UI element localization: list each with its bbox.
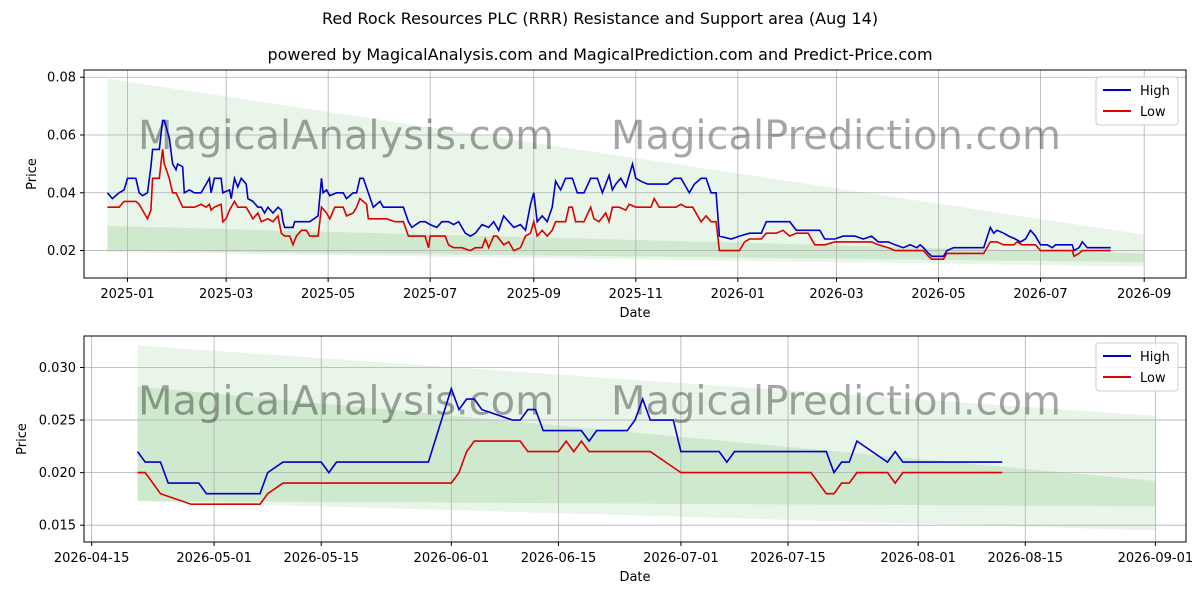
legend-label-low: Low [1140,371,1166,386]
y-tick-label: 0.015 [39,519,76,534]
x-tick-label: 2026-04-15 [54,551,130,566]
x-tick-label: 2025-09 [507,287,561,302]
y-tick-label: 0.030 [39,361,76,376]
chart-full-range: MagicalAnalysis.com MagicalPrediction.com… [25,69,1187,321]
legend-label-low: Low [1140,105,1166,120]
y-tick-label: 0.04 [47,186,76,201]
x-tick-label: 2026-07-15 [750,551,826,566]
legend-label-high: High [1140,350,1170,365]
y-tick-label: 0.06 [47,129,76,144]
x-tick-label: 2026-09 [1117,287,1171,302]
y-axis-label: Price [15,423,30,455]
watermark: MagicalAnalysis.com [138,378,554,424]
x-tick-label: 2026-08-01 [880,551,956,566]
watermark: MagicalAnalysis.com [138,113,554,159]
watermark: MagicalPrediction.com [611,113,1061,159]
y-tick-label: 0.08 [47,71,76,86]
x-tick-label: 2025-07 [403,287,457,302]
x-tick-label: 2026-07 [1013,287,1067,302]
y-tick-label: 0.025 [39,414,76,429]
x-tick-label: 2026-05-01 [176,551,252,566]
x-tick-label: 2026-01 [711,287,765,302]
x-axis-label: Date [619,570,650,585]
x-tick-label: 2025-03 [199,287,253,302]
x-tick-label: 2025-01 [100,287,154,302]
y-axis-label: Price [25,158,40,190]
x-tick-label: 2026-05 [911,287,965,302]
x-tick-label: 2026-07-01 [643,551,719,566]
chart-zoomed: MagicalAnalysis.com MagicalPrediction.com… [15,335,1194,585]
x-tick-label: 2026-03 [809,287,863,302]
x-tick-label: 2026-06-15 [521,551,597,566]
legend: High Low [1095,76,1179,126]
legend: High Low [1095,342,1179,392]
y-tick-label: 0.02 [47,244,76,259]
x-axis-label: Date [619,306,650,321]
x-tick-label: 2026-09-01 [1118,551,1194,566]
y-tick-label: 0.020 [39,466,76,481]
x-tick-label: 2026-08-15 [988,551,1064,566]
legend-label-high: High [1140,84,1170,99]
x-tick-label: 2025-11 [609,287,663,302]
x-tick-label: 2026-06-01 [414,551,490,566]
x-tick-label: 2026-05-15 [283,551,359,566]
watermark: MagicalPrediction.com [611,378,1061,424]
x-tick-label: 2025-05 [301,287,355,302]
charts-canvas: MagicalAnalysis.com MagicalPrediction.com… [15,69,1194,585]
